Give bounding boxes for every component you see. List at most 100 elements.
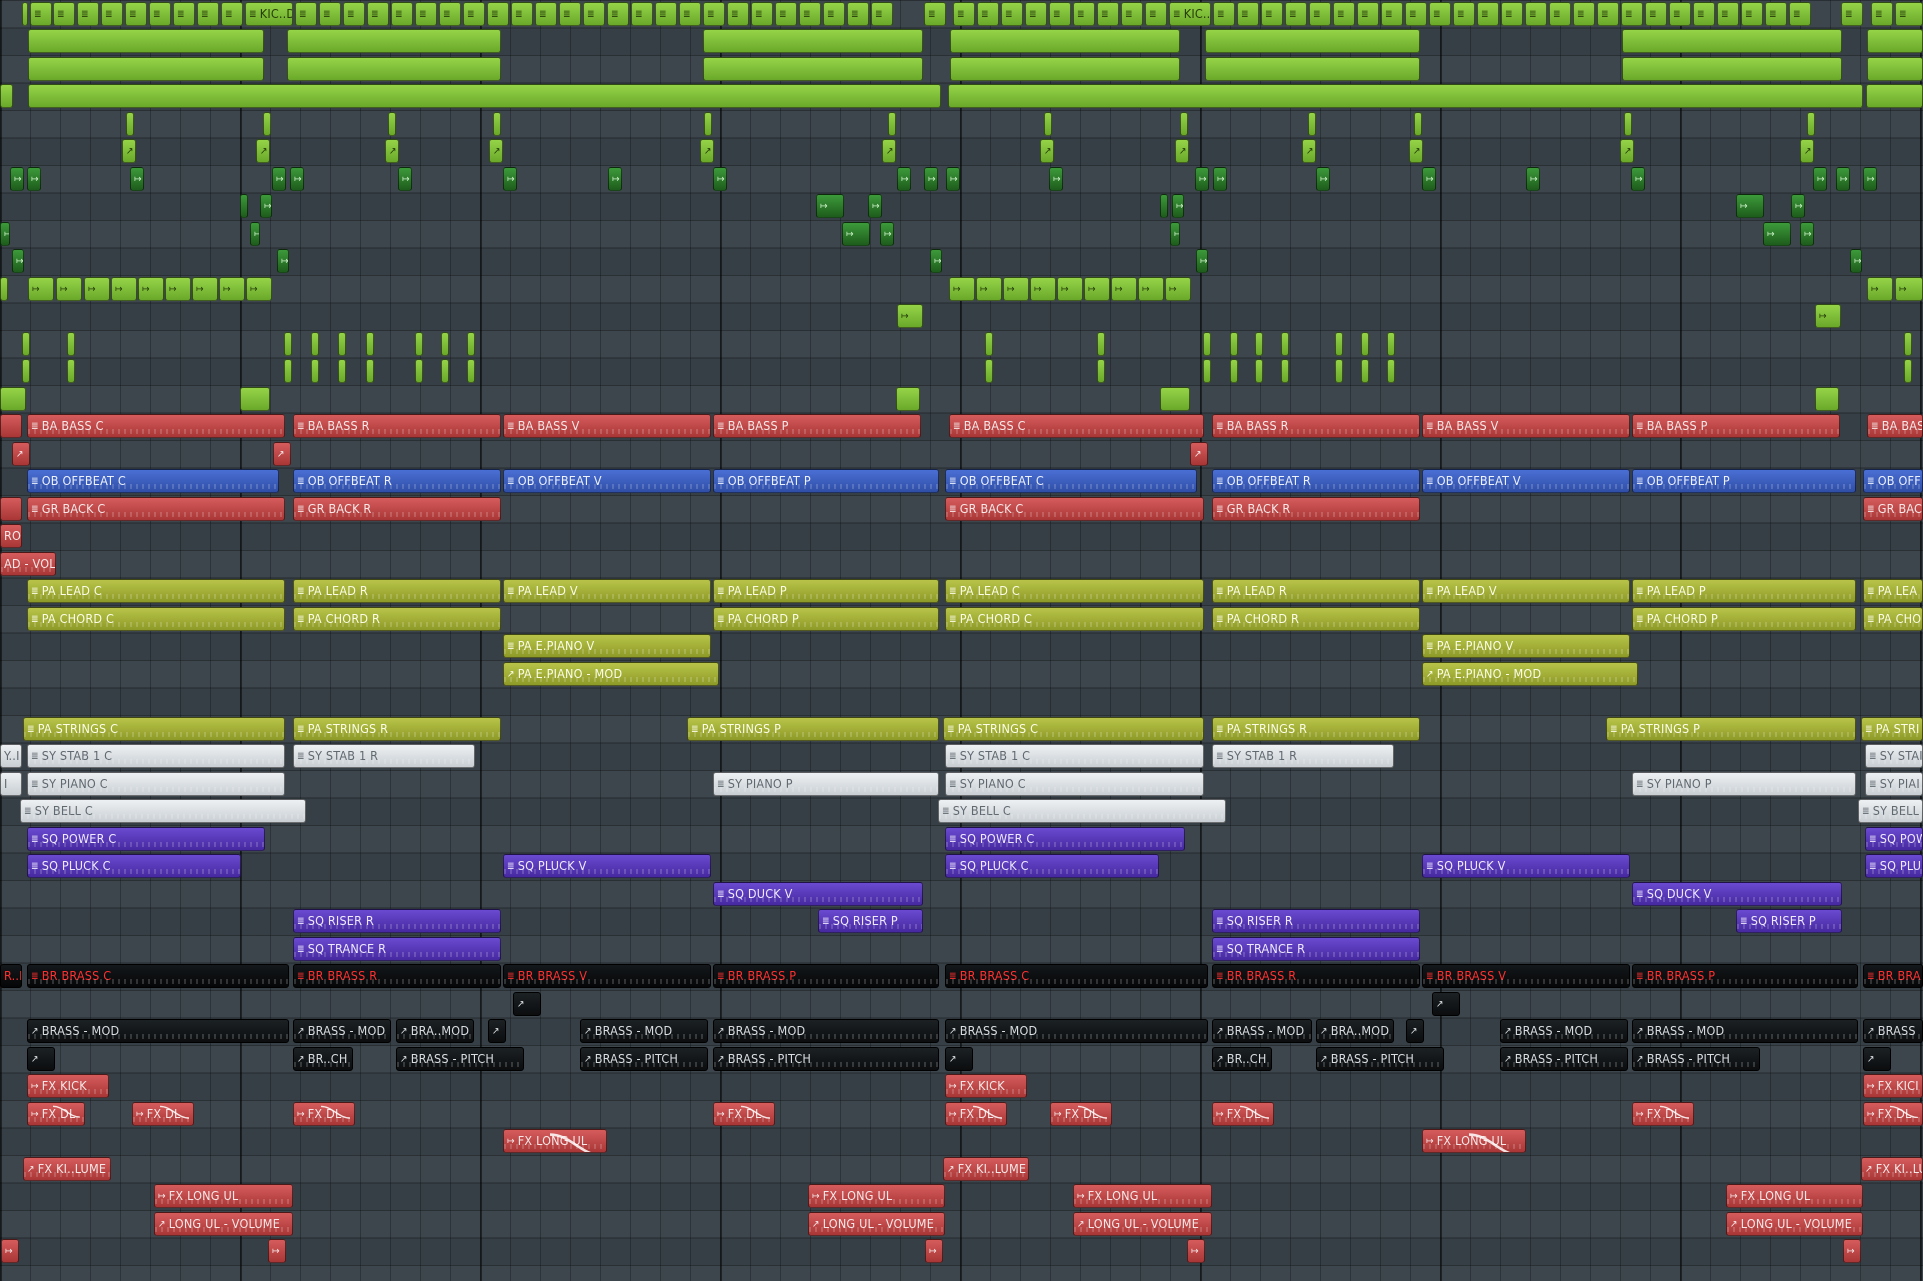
clip[interactable] [28,56,264,81]
clip[interactable]: ↦ [1800,221,1814,246]
clip-ob-offbeat-v[interactable]: ≣ OB OFFBEAT V [503,469,711,493]
clip[interactable]: ↦ [1195,166,1209,191]
clip[interactable]: ↗ [1040,139,1054,163]
clip-sy-piano-p[interactable]: ≣ SY PIANO P [1632,771,1856,796]
clip-ba-bass-r[interactable]: ≣ BA BASS R [1212,414,1420,438]
clip-pa-e-piano-v[interactable]: ≣ PA E.PIANO V [503,634,711,658]
clip[interactable]: ≣ [1871,1,1893,26]
clip[interactable]: ↦ [1,1239,19,1263]
clip-ba-bass-c[interactable]: ≣ BA BASS C [27,414,285,438]
clip-brass-pitch[interactable]: ↗ BRASS - PITCH [580,1046,708,1071]
clip-pa-chord-c[interactable]: ≣ PA CHORD C [945,606,1204,631]
clip-pa-strings-c[interactable]: ≣ PA STRINGS C [23,716,285,741]
clip[interactable] [67,359,75,383]
clip-brass-mod[interactable]: ↗ BRASS - MOD [713,1019,939,1043]
clip[interactable]: ≣ [1309,1,1331,26]
clip-pa-chord-r[interactable]: ≣ PA CHORD R [1212,606,1420,631]
clip[interactable]: ≣ [343,1,365,26]
clip[interactable]: ↦ [1526,166,1540,191]
clip[interactable]: ↦ [1170,221,1180,246]
clip-gr-back-r[interactable]: ≣ GR BACK R [293,496,501,521]
clip[interactable] [311,359,319,383]
clip[interactable]: ≣ [1549,1,1571,26]
clip[interactable]: ≣ [847,1,869,26]
clip-brass-mod[interactable]: ↗ BRASS - MOD [1212,1019,1312,1043]
clip[interactable]: ↦ [816,194,844,218]
clip-sy-piano-c[interactable]: ≣ SY PIANO C [27,771,285,796]
clip-brass-mod[interactable]: ↗ BRASS - MOD [1500,1019,1628,1043]
clip[interactable]: ↦ [1057,276,1083,301]
clip[interactable] [415,331,423,356]
clip[interactable]: ↦ [925,1239,943,1263]
clip-pa-strings-p[interactable]: ≣ PA STRINGS P [1606,716,1856,741]
clip[interactable]: ↦ [398,166,412,191]
clip[interactable] [22,331,30,356]
clip-sq-riser-r[interactable]: ≣ SQ RISER R [1212,909,1420,933]
clip[interactable] [240,194,248,218]
clip-sq-duck-v[interactable]: ≣ SQ DUCK V [713,881,923,906]
clip-sq-plu[interactable]: ≣ SQ PLU [1865,854,1923,878]
clip[interactable] [0,276,8,301]
clip-i[interactable]: I [0,771,22,796]
clip-fx-dl[interactable]: ↦ FX DL [945,1101,1007,1126]
clip[interactable]: ≣ [751,1,773,26]
clip-bra-mod[interactable]: ↗ BRA..MOD [1316,1019,1394,1043]
clip-sq-riser-p[interactable]: ≣ SQ RISER P [818,909,923,933]
clip[interactable] [0,496,22,521]
clip-br-brass-p[interactable]: ≣ BR BRASS P [713,964,939,988]
clip[interactable]: ≣ [1717,1,1739,26]
clip-gr-back-c[interactable]: ≣ GR BACK C [27,496,285,521]
clip[interactable]: ≣ [221,1,243,26]
clip-sy-bell[interactable]: ≣ SY BELL [1858,799,1923,823]
clip-sq-trance-r[interactable]: ≣ SQ TRANCE R [1212,936,1420,961]
clip[interactable]: ≣ [1073,1,1095,26]
clip[interactable] [950,56,1180,81]
clip[interactable]: ≣ [53,1,75,26]
clip-bra-mod[interactable]: ↗ BRA..MOD [396,1019,474,1043]
clip[interactable] [1624,111,1632,136]
clip-ob-offbeat-v[interactable]: ≣ OB OFFBEAT V [1422,469,1630,493]
clip-br-brass-c[interactable]: ≣ BR BRASS C [27,964,289,988]
clip-gr-back-r[interactable]: ≣ GR BACK R [1212,496,1420,521]
clip[interactable]: ≣ [1453,1,1475,26]
clip-sy-bell-c[interactable]: ≣ SY BELL C [938,799,1226,823]
clip-r-i[interactable]: R..I [0,964,22,988]
clip-fx-dl[interactable]: ↦ FX DL [1863,1101,1923,1126]
clip[interactable] [948,84,1863,108]
clip-gr-bac[interactable]: ≣ GR BAC [1863,496,1923,521]
clip[interactable] [126,111,134,136]
clip-pa-lead-v[interactable]: ≣ PA LEAD V [503,579,711,603]
clip[interactable]: ↗ [1406,1019,1424,1043]
clip-pa-chord-r[interactable]: ≣ PA CHORD R [293,606,501,631]
clip[interactable]: ≣ [1357,1,1379,26]
clip[interactable]: ≣ [149,1,171,26]
clip-fx-dl[interactable]: ↦ FX DL [1050,1101,1112,1126]
clip[interactable]: ≣ [101,1,123,26]
clip-sy-stab-1-r[interactable]: ≣ SY STAB 1 R [293,744,475,768]
clip-brass[interactable]: ↗ BRASS [1863,1019,1923,1043]
clip[interactable]: ≣ [1621,1,1643,26]
clip[interactable]: ↦ [130,166,144,191]
clip-pa-lead-p[interactable]: ≣ PA LEAD P [713,579,939,603]
clip[interactable]: ≣ [583,1,605,26]
clip[interactable]: ≣ [1789,1,1811,26]
clip-fx-long-ul[interactable]: ↦ FX LONG UL [154,1184,293,1208]
clip[interactable]: ≣ [727,1,749,26]
clip[interactable]: ↦ [1631,166,1645,191]
clip[interactable]: ≣ [1895,1,1923,26]
clip-fx-dl[interactable]: ↦ FX DL [132,1101,194,1126]
clip[interactable]: ≣ [775,1,797,26]
clip[interactable] [284,359,292,383]
clip-ob-offbeat-p[interactable]: ≣ OB OFFBEAT P [713,469,939,493]
clip[interactable] [467,331,475,356]
clip-br-brass-v[interactable]: ≣ BR BRASS V [1422,964,1630,988]
clip-sq-riser-p[interactable]: ≣ SQ RISER P [1736,909,1842,933]
clip-brass-mod[interactable]: ↗ BRASS - MOD [27,1019,289,1043]
clip[interactable]: ↦ [1813,166,1827,191]
clip-pa-lead-v[interactable]: ≣ PA LEAD V [1422,579,1630,603]
clip[interactable]: ↦ [165,276,191,301]
clip[interactable]: ≣ [511,1,533,26]
clip[interactable]: ↗ [27,1046,55,1071]
clip[interactable] [338,359,346,383]
clip-fx-ki-lume[interactable]: ↗ FX KI..LUME [23,1156,111,1181]
